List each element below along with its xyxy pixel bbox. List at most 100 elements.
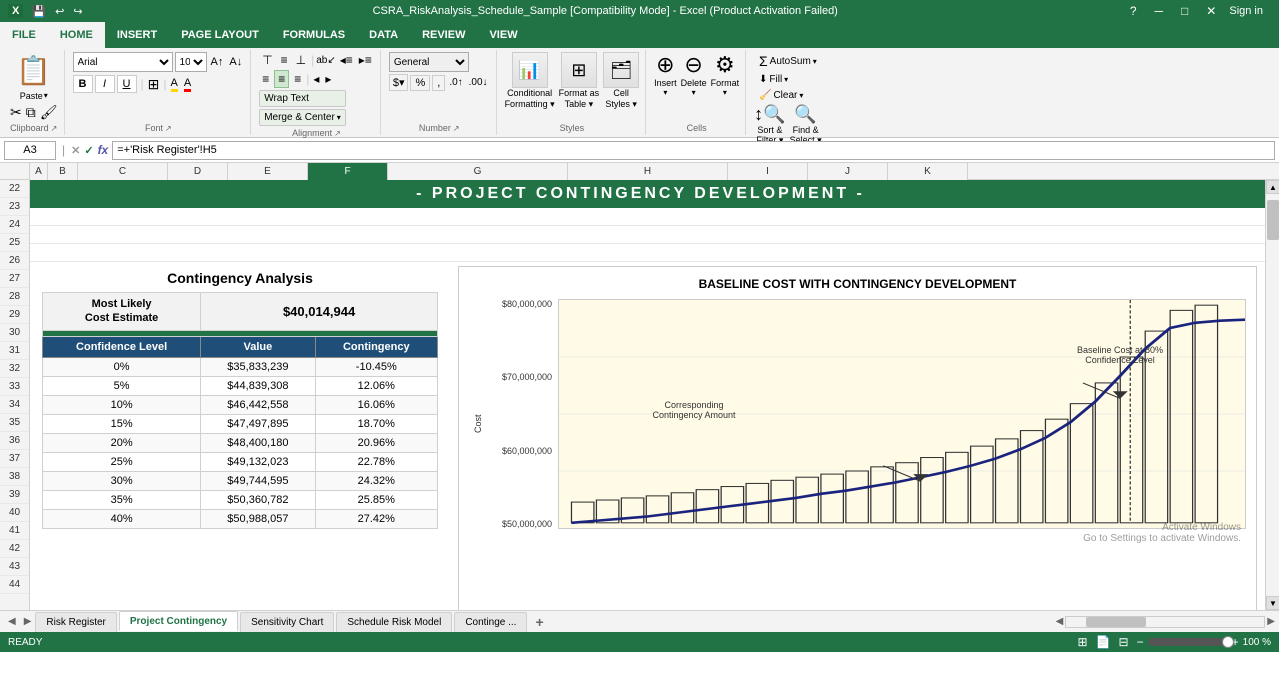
align-left-button[interactable]: ≡ [259, 71, 272, 87]
save-icon[interactable]: 💾 [29, 6, 49, 18]
format-button[interactable]: ⚙ Format ▾ [711, 52, 740, 97]
tab-sensitivity-chart[interactable]: Sensitivity Chart [240, 612, 334, 632]
col-header-d[interactable]: D [168, 163, 228, 180]
confirm-formula-button[interactable]: ✓ [84, 144, 93, 157]
bold-button[interactable]: B [73, 75, 93, 93]
scroll-up-button[interactable]: ▲ [1266, 180, 1279, 194]
copy-button[interactable]: ⧉ [26, 104, 36, 121]
zoom-out-button[interactable]: − [1137, 635, 1144, 649]
cancel-formula-button[interactable]: ✕ [71, 144, 80, 157]
decrease-font-button[interactable]: A↓ [227, 55, 244, 69]
tab-insert[interactable]: INSERT [105, 22, 169, 48]
align-center-button[interactable]: ≡ [274, 70, 289, 88]
fill-color-button[interactable]: A [171, 77, 178, 92]
increase-decimal-button[interactable]: .0↑ [447, 76, 464, 89]
clear-button[interactable]: 🧹 Clear ▾ [755, 89, 807, 102]
row-38[interactable]: 38 [0, 468, 29, 486]
row-43[interactable]: 43 [0, 558, 29, 576]
format-as-table-button[interactable]: ⊞ Format asTable ▾ [559, 52, 600, 110]
italic-button[interactable]: I [95, 75, 115, 93]
decrease-indent-button[interactable]: ◂ [311, 71, 321, 87]
row-33[interactable]: 33 [0, 378, 29, 396]
row-26[interactable]: 26 [0, 252, 29, 270]
vertical-scrollbar[interactable]: ▲ ▼ [1265, 180, 1279, 610]
row-37[interactable]: 37 [0, 450, 29, 468]
redo-icon[interactable]: ↪ [70, 6, 85, 18]
formula-input[interactable] [112, 141, 1275, 160]
delete-button[interactable]: ⊖ Delete ▾ [681, 52, 707, 97]
zoom-slider[interactable] [1148, 638, 1228, 646]
row-40[interactable]: 40 [0, 504, 29, 522]
decrease-decimal-button[interactable]: .00↓ [467, 76, 490, 89]
scroll-down-button[interactable]: ▼ [1266, 596, 1279, 610]
add-sheet-button[interactable]: + [529, 614, 549, 630]
row-32[interactable]: 32 [0, 360, 29, 378]
col-header-j[interactable]: J [808, 163, 888, 180]
row-44[interactable]: 44 [0, 576, 29, 594]
font-expand-icon[interactable]: ↗ [165, 124, 172, 133]
row-30[interactable]: 30 [0, 324, 29, 342]
paste-dropdown-arrow[interactable]: ▾ [44, 91, 48, 100]
tab-data[interactable]: DATA [357, 22, 410, 48]
row-24[interactable]: 24 [0, 216, 29, 234]
sign-in-link[interactable]: Sign in [1229, 5, 1263, 17]
font-name-select[interactable]: Arial [73, 52, 173, 72]
col-header-a[interactable]: A [30, 163, 48, 180]
number-expand-icon[interactable]: ↗ [453, 124, 460, 133]
paste-button[interactable]: 📋 Paste ▾ [10, 52, 57, 102]
tab-risk-register[interactable]: Risk Register [35, 612, 116, 632]
row-23[interactable]: 23 [0, 198, 29, 216]
hscroll-right[interactable]: ▶ [1267, 616, 1275, 627]
font-size-select[interactable]: 10 [175, 52, 207, 72]
tab-schedule-risk-model[interactable]: Schedule Risk Model [336, 612, 452, 632]
increase-font-button[interactable]: A↑ [209, 55, 226, 69]
fill-button[interactable]: ⬇ Fill ▾ [755, 73, 792, 86]
clipboard-expand-icon[interactable]: ↗ [51, 124, 58, 133]
row-41[interactable]: 41 [0, 522, 29, 540]
zoom-slider-thumb[interactable] [1222, 636, 1234, 648]
minimize-icon[interactable]: ─ [1150, 2, 1169, 20]
tab-scroll-right[interactable]: ▶ [20, 616, 36, 627]
restore-icon[interactable]: □ [1176, 2, 1193, 20]
text-direction-button[interactable]: ab↙ [316, 55, 336, 66]
merge-center-button[interactable]: Merge & Center ▾ [259, 109, 346, 126]
hscroll-track[interactable] [1065, 616, 1265, 628]
cell-styles-button[interactable]: 🗂 CellStyles ▾ [603, 52, 639, 110]
col-header-i[interactable]: I [728, 163, 808, 180]
row-28[interactable]: 28 [0, 288, 29, 306]
row-27[interactable]: 27 [0, 270, 29, 288]
increase-indent-button[interactable]: ▸ [323, 71, 333, 87]
row-34[interactable]: 34 [0, 396, 29, 414]
page-layout-icon[interactable]: 📄 [1096, 635, 1111, 649]
tab-continge[interactable]: Continge ... [454, 612, 527, 632]
percent-button[interactable]: % [410, 75, 430, 91]
accounting-button[interactable]: $▾ [389, 74, 409, 91]
col-header-k[interactable]: K [888, 163, 968, 180]
row-22[interactable]: 22 [0, 180, 29, 198]
col-header-f[interactable]: F [308, 163, 388, 180]
conditional-formatting-button[interactable]: 📊 ConditionalFormatting ▾ [505, 52, 555, 110]
hscroll-left[interactable]: ◀ [1056, 616, 1064, 627]
borders-button[interactable]: ⊞ [148, 76, 160, 93]
tab-page-layout[interactable]: PAGE LAYOUT [169, 22, 271, 48]
scroll-thumb[interactable] [1267, 200, 1279, 240]
close-icon[interactable]: ✕ [1201, 2, 1221, 20]
row-42[interactable]: 42 [0, 540, 29, 558]
tab-project-contingency[interactable]: Project Contingency [119, 611, 238, 631]
tab-scroll-left[interactable]: ◀ [4, 616, 20, 627]
tab-home[interactable]: HOME [48, 22, 105, 48]
undo-icon[interactable]: ↩ [52, 6, 67, 18]
row-39[interactable]: 39 [0, 486, 29, 504]
align-top-button[interactable]: ⊤ [259, 52, 275, 68]
indent-increase-button[interactable]: ▸≡ [357, 52, 374, 68]
align-bottom-button[interactable]: ⊥ [293, 52, 309, 68]
underline-button[interactable]: U [117, 75, 137, 93]
row-36[interactable]: 36 [0, 432, 29, 450]
page-break-icon[interactable]: ⊟ [1119, 635, 1129, 649]
normal-view-icon[interactable]: ⊞ [1078, 635, 1088, 649]
comma-button[interactable]: , [432, 75, 445, 91]
wrap-text-button[interactable]: Wrap Text [259, 90, 346, 107]
autosum-button[interactable]: Σ AutoSum ▾ [755, 52, 821, 70]
hscroll-thumb[interactable] [1086, 617, 1146, 627]
format-painter-button[interactable]: 🖌 [40, 104, 58, 121]
